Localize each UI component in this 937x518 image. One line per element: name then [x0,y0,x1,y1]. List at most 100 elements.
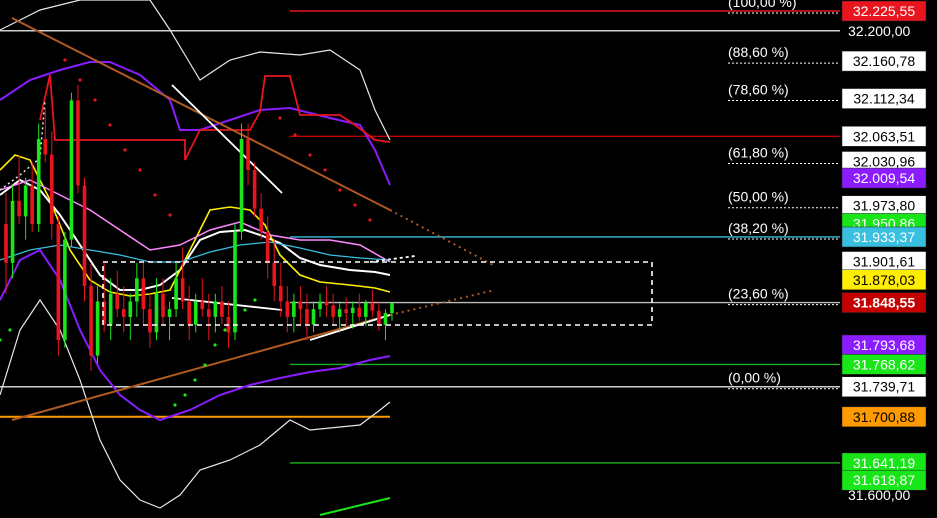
sar-dot [203,363,207,367]
price-tag-label: 32.112,34 [853,91,914,107]
price-tag-label: 31.901,61 [853,254,915,270]
candle-body [337,309,342,317]
candle-body [121,309,126,317]
fib-label: (78,60 %) [728,82,789,98]
candle-body [30,185,34,225]
candle-body [292,301,296,317]
candle-body [344,309,349,314]
candle-body [220,301,224,317]
candle-body [43,139,48,155]
candle-body [357,307,362,317]
candle-body [4,224,8,263]
candle-body [377,310,381,325]
price-tag-label: 31.768,62 [853,356,915,372]
candle-body [233,231,237,333]
candle-body [272,262,277,286]
candle-body [10,200,15,263]
candle-body [390,302,394,314]
sar-dot [253,298,257,302]
candle-body [383,313,388,325]
price-tag-label: 31.793,68 [853,337,915,353]
price-tag-label: 32.063,51 [853,128,915,144]
candle-body [305,309,309,325]
sar-dot [123,148,127,152]
price-tag-label: 32.160,78 [853,53,915,69]
candle-body [298,301,303,310]
sar-dot [223,328,227,332]
candle-body [174,278,178,310]
fib-label: (38,20 %) [728,220,789,236]
sar-dot [8,328,12,332]
y-axis-label: 32.200,00 [848,23,910,39]
price-tag-label: 31.878,03 [853,272,915,288]
fib-label: (23,60 %) [728,286,789,302]
candle-body [246,139,250,170]
candle-body [82,185,87,286]
sar-dot [243,308,247,312]
chart-background [0,0,937,518]
sar-dot [63,58,67,62]
price-chart[interactable]: (100,00 %) (88,60 %) (78,60 %) (61,80 %) (50… [0,0,937,518]
sar-dot [173,403,177,407]
sar-dot [293,133,297,137]
fib-label: (0,00 %) [728,370,781,386]
candle-body [207,309,211,317]
price-tag-label: 32.009,54 [853,170,915,186]
price-tag-label: 31.933,37 [853,229,915,245]
fib-label: (100,00 %) [728,0,796,10]
candle-body [187,301,191,325]
candle-body [364,302,368,317]
candle-body [278,285,283,302]
price-tag-label: 31.973,80 [853,198,915,214]
sar-dot [108,123,112,127]
fib-label: (88,60 %) [728,44,789,60]
candle-body [148,309,152,333]
candle-body [135,278,139,302]
candle-body [259,208,263,232]
candle-body [200,301,205,310]
price-tag-label: 31.618,87 [853,472,915,488]
sar-dot [213,343,217,347]
sar-dot [323,168,327,172]
candle-body [69,100,74,240]
sar-dot [168,213,172,217]
sar-dot [278,116,282,120]
candle-body [311,309,316,325]
candle-body [318,301,322,310]
sar-dot [308,153,312,157]
candle-body [252,169,257,209]
candle-body [154,293,159,333]
candle-body [350,307,355,314]
price-tag-label: 31.641,19 [853,455,915,471]
candle-body [180,278,185,302]
candle-body [331,305,335,317]
sar-dot [338,188,342,192]
candle-body [63,239,67,341]
candle-body [265,231,270,263]
candle-body [128,301,133,317]
sar-dot [153,193,157,197]
candle-body [324,301,329,306]
sar-dot [183,393,187,397]
candle-body [76,100,80,186]
price-tag-label: 31.700,88 [853,409,915,425]
candle-body [167,309,172,317]
sar-dot [93,98,97,102]
candle-body [193,301,198,325]
price-tag-label: 31.848,55 [853,295,915,311]
fib-label: (50,00 %) [728,189,789,205]
candle-body [213,301,218,317]
price-tag-label: 32.030,96 [853,153,915,169]
candle-body [141,278,146,310]
candle-body [370,302,375,311]
candle-body [56,224,61,341]
sar-dot [353,203,357,207]
fib-label: (61,80 %) [728,144,789,160]
candle-body [115,293,120,310]
sar-dot [78,78,82,82]
candle-body [95,301,100,356]
sar-dot [138,168,142,172]
price-tag-label: 31.739,71 [853,379,915,395]
candle-body [17,200,21,217]
candle-body [89,285,93,356]
